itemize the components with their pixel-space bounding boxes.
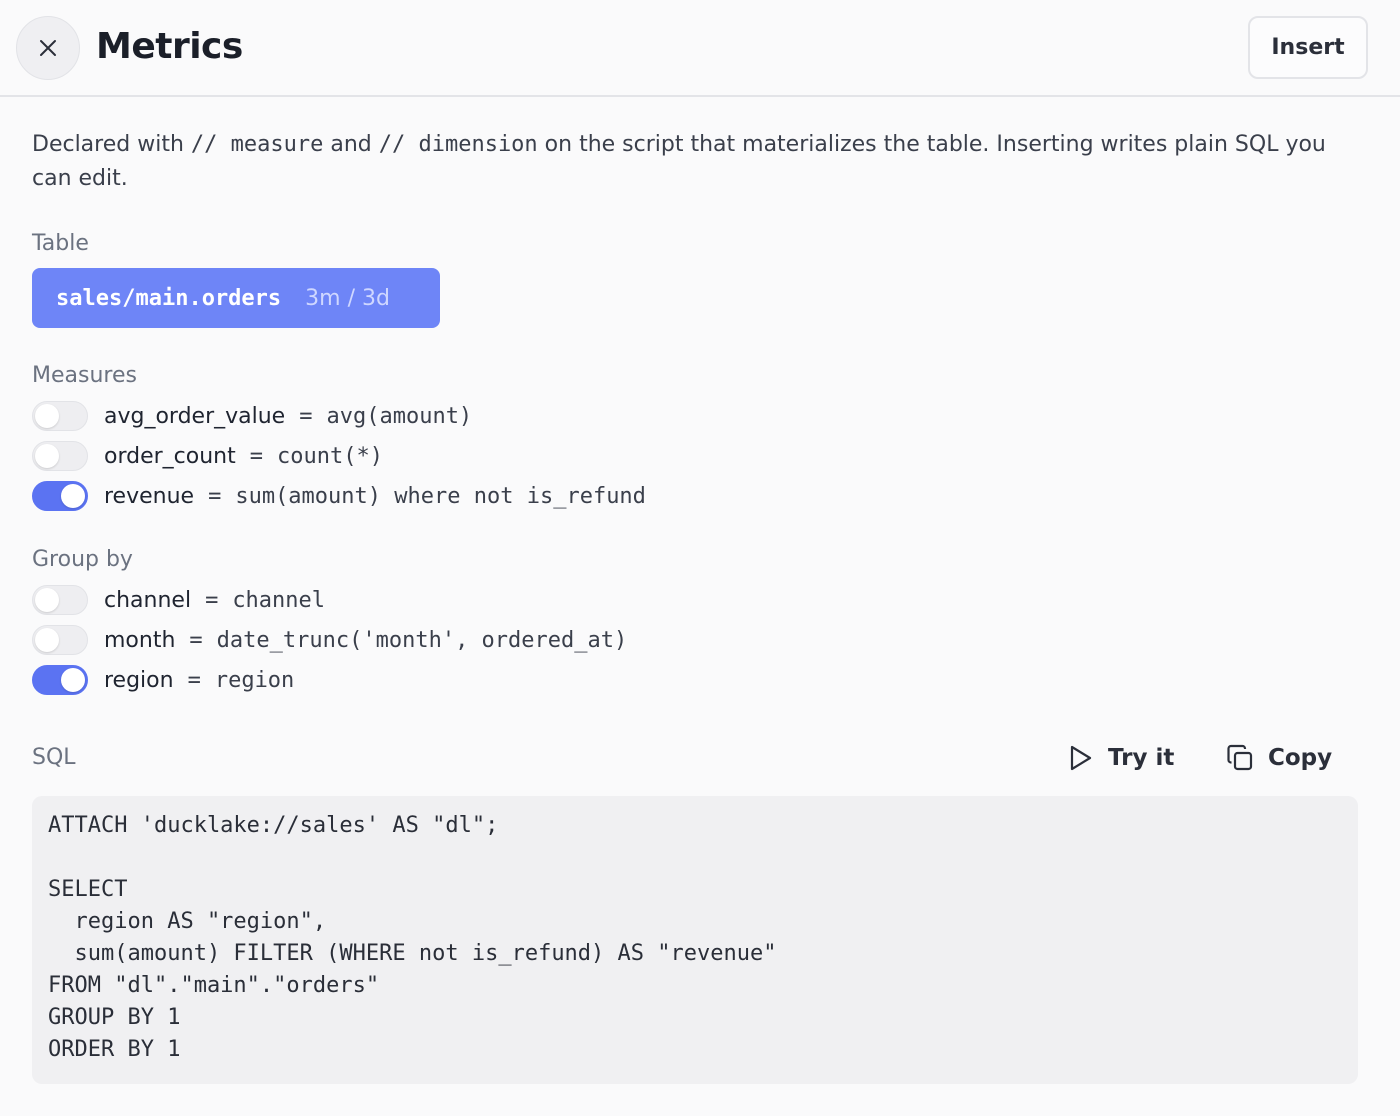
description-text: and	[323, 132, 379, 157]
table-meta: 3m / 3d	[305, 285, 390, 311]
group-expression: date_trunc('month', ordered_at)	[216, 627, 628, 653]
measure-expression: avg(amount)	[326, 403, 473, 429]
copy-button[interactable]: Copy	[1226, 740, 1332, 776]
group-label: month	[104, 627, 176, 653]
description-text: Declared with	[32, 132, 191, 157]
insert-button[interactable]: Insert	[1248, 16, 1368, 79]
group-by-section-label: Group by	[32, 547, 133, 572]
measure-label: order_count	[104, 443, 236, 469]
sql-section-label: SQL	[32, 745, 76, 770]
close-button[interactable]	[16, 16, 80, 80]
toggle-knob	[61, 668, 85, 692]
table-name: sales/main.orders	[56, 285, 282, 311]
measure-equals: =	[299, 403, 313, 429]
group-row-month: month = date_trunc('month', ordered_at)	[32, 624, 627, 656]
copy-icon	[1227, 744, 1253, 771]
copy-label: Copy	[1268, 745, 1333, 771]
toggle-knob	[35, 444, 59, 468]
measure-toggle[interactable]	[32, 441, 88, 471]
measure-row-revenue: revenue = sum(amount) where not is_refun…	[32, 480, 646, 512]
group-equals: =	[205, 587, 219, 613]
group-equals: =	[189, 627, 203, 653]
group-expression: region	[214, 667, 295, 693]
table-section-label: Table	[32, 231, 89, 256]
toggle-knob	[35, 588, 59, 612]
group-row-channel: channel = channel	[32, 584, 325, 616]
page-title: Metrics	[96, 26, 243, 67]
measure-row-order-count: order_count = count(*)	[32, 440, 383, 472]
toggle-knob	[61, 484, 85, 508]
toggle-knob	[35, 404, 59, 428]
group-toggle[interactable]	[32, 665, 88, 695]
measure-toggle[interactable]	[32, 401, 88, 431]
group-equals: =	[187, 667, 201, 693]
group-toggle[interactable]	[32, 625, 88, 655]
table-chip[interactable]: sales/main.orders 3m / 3d	[32, 268, 440, 328]
description: Declared with // measure and // dimensio…	[32, 128, 1372, 196]
measure-equals: =	[208, 483, 222, 509]
try-it-button[interactable]: Try it	[1068, 740, 1174, 776]
measure-equals: =	[249, 443, 263, 469]
measures-section-label: Measures	[32, 363, 137, 388]
toggle-knob	[35, 628, 59, 652]
sql-code-block[interactable]: ATTACH 'ducklake://sales' AS "dl"; SELEC…	[32, 796, 1358, 1084]
measure-label: revenue	[104, 483, 195, 509]
close-icon	[40, 40, 56, 56]
description-code-measure: // measure	[190, 132, 324, 157]
group-row-region: region = region	[32, 664, 294, 696]
measure-toggle[interactable]	[32, 481, 88, 511]
measure-expression: sum(amount) where not is_refund	[235, 483, 646, 509]
group-toggle[interactable]	[32, 585, 88, 615]
sql-code: ATTACH 'ducklake://sales' AS "dl"; SELEC…	[48, 813, 777, 1062]
measure-row-avg-order-value: avg_order_value = avg(amount)	[32, 400, 472, 432]
measure-expression: count(*)	[276, 443, 383, 469]
measure-label: avg_order_value	[104, 403, 286, 429]
group-expression: channel	[232, 587, 326, 613]
description-code-dimension: // dimension	[378, 132, 538, 157]
group-label: channel	[104, 587, 192, 613]
group-label: region	[104, 667, 174, 693]
header: Metrics Insert	[0, 0, 1400, 97]
try-it-label: Try it	[1108, 745, 1175, 771]
play-icon	[1070, 745, 1092, 771]
